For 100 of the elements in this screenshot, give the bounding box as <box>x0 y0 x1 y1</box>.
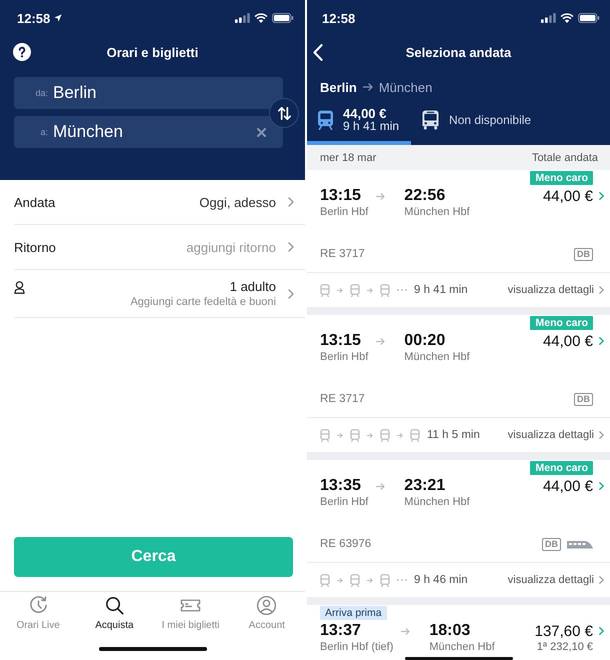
screen-title: Orari e biglietti <box>106 44 200 60</box>
arrival-station: München Hbf <box>404 496 471 509</box>
arrow-icon <box>337 432 343 438</box>
arrow-icon <box>367 432 373 438</box>
arrival-station: München Hbf <box>404 206 471 219</box>
travel-duration: 11 h 5 min <box>427 429 480 441</box>
chevron-icon[interactable] <box>288 242 294 252</box>
account-icon <box>256 595 278 616</box>
clear-icon[interactable] <box>257 128 266 136</box>
cheapest-badge: Meno caro <box>530 316 593 330</box>
wifi-icon <box>254 13 268 23</box>
travel-duration: 9 h 41 min <box>414 284 468 296</box>
search-icon <box>104 595 125 616</box>
details-link[interactable]: visualizza dettagli <box>508 284 604 296</box>
departure-station: Berlin Hbf <box>320 496 370 509</box>
arrow-icon <box>376 482 386 490</box>
option-value[interactable]: Oggi, adesso <box>199 194 276 210</box>
arrow-icon <box>367 288 373 292</box>
signal-icon <box>235 13 250 23</box>
tab-item[interactable]: Acquista <box>76 592 152 636</box>
arrow-icon <box>337 578 343 582</box>
departure-time: 13:15 <box>320 187 362 205</box>
first-class-price: 1ª 232,10 € <box>536 641 593 654</box>
station-field[interactable]: da: Berlin <box>14 77 283 109</box>
price-text: 44,00 € <box>542 332 593 350</box>
chevron-icon[interactable] <box>599 286 604 294</box>
arrival-time: 22:56 <box>404 187 446 205</box>
arrow-icon <box>376 192 386 200</box>
signal-icon <box>541 13 556 23</box>
chevron-icon[interactable] <box>599 192 604 200</box>
arrival-station: München Hbf <box>404 351 471 364</box>
departure-station: Berlin Hbf <box>320 351 370 364</box>
transport-tab[interactable]: Non disponibile <box>411 99 544 145</box>
clock-icon <box>28 595 49 616</box>
cheapest-badge: Meno caro <box>530 461 593 475</box>
help-icon[interactable] <box>13 43 31 61</box>
departure-time: 13:37 <box>320 622 362 640</box>
wifi-icon <box>560 13 574 23</box>
chevron-icon[interactable] <box>599 337 604 345</box>
status-time: 12:58 <box>322 10 356 26</box>
route-origin: Berlin <box>320 80 357 94</box>
journey-card[interactable]: Meno caro 13:15 00:20 44,00 € Berlin Hbf München Hbf RE 3717 DB 11 h 5 min visualizza dettagli <box>307 315 610 452</box>
chevron-icon[interactable] <box>599 482 604 490</box>
train-icon <box>380 428 390 442</box>
station-field[interactable]: a: München <box>14 116 283 148</box>
arrow-icon <box>362 83 373 91</box>
fastest-badge: Arriva prima <box>320 606 387 620</box>
train-icon <box>318 110 333 130</box>
arrow-icon <box>367 578 373 582</box>
swap-button[interactable] <box>269 98 299 128</box>
journey-card[interactable]: Arriva prima 13:37 18:03 137,60 € Berlin Hbf (tief) München Hbf 1ª 232,10 € <box>307 605 610 654</box>
details-link[interactable]: visualizza dettagli <box>508 574 604 586</box>
departure-time: 13:15 <box>320 332 362 350</box>
travel-duration: 9 h 46 min <box>414 574 468 586</box>
date-label: mer 18 mar <box>320 152 376 164</box>
journey-card[interactable]: Meno caro 13:35 23:21 44,00 € Berlin Hbf München Hbf RE 63976 DB 9 h 46 min visualizza dettagli <box>307 460 610 597</box>
passenger-count[interactable]: 1 adulto <box>230 278 276 294</box>
train-icon <box>380 574 390 586</box>
train-icon <box>410 428 420 442</box>
operator-logo: DB <box>574 248 593 260</box>
train-icon <box>320 428 330 442</box>
train-icon <box>320 574 330 586</box>
price-text: 44,00 € <box>542 188 593 204</box>
route-destination: München <box>378 80 432 94</box>
total-label: Totale andata <box>532 152 598 164</box>
chevron-icon[interactable] <box>288 197 294 207</box>
chevron-icon[interactable] <box>599 431 604 439</box>
arrival-time: 18:03 <box>429 622 470 640</box>
arrival-time: 00:20 <box>404 332 446 350</box>
back-icon[interactable] <box>313 44 323 60</box>
details-link[interactable]: visualizza dettagli <box>508 429 604 441</box>
arrow-icon <box>401 628 410 634</box>
train-icon <box>350 284 360 296</box>
screen-title: Seleziona andata <box>404 44 512 60</box>
arrival-time: 23:21 <box>404 477 446 495</box>
arrow-icon <box>397 432 403 438</box>
train-number: RE 63976 <box>320 538 372 550</box>
operator-logo: DB <box>542 538 561 550</box>
train-number: RE 3717 <box>320 393 365 405</box>
status-time: 12:58 <box>17 10 50 26</box>
train-icon <box>320 284 330 296</box>
train-icon <box>380 284 390 296</box>
cheapest-badge: Meno caro <box>530 171 593 185</box>
train-icon <box>350 428 360 442</box>
departure-time: 13:35 <box>320 477 362 495</box>
journey-card[interactable]: Meno caro 13:15 22:56 44,00 € Berlin Hbf München Hbf RE 3717 DB 9 h 41 min visualizza dettagli <box>307 170 610 307</box>
chevron-icon[interactable] <box>599 576 604 584</box>
arrow-icon <box>376 338 386 344</box>
battery-icon <box>578 13 600 23</box>
arrow-icon <box>337 288 343 292</box>
chevron-icon[interactable] <box>288 288 294 298</box>
operator-logo: DB <box>574 392 593 406</box>
chevron-icon[interactable] <box>599 627 604 635</box>
price-text: 44,00 € <box>542 478 593 494</box>
departure-station: Berlin Hbf <box>320 206 370 219</box>
swap-arrows-icon <box>276 104 292 122</box>
train-icon <box>350 574 360 586</box>
option-label: Andata <box>14 194 56 210</box>
person-icon <box>14 281 25 294</box>
train-side-icon <box>567 540 593 548</box>
